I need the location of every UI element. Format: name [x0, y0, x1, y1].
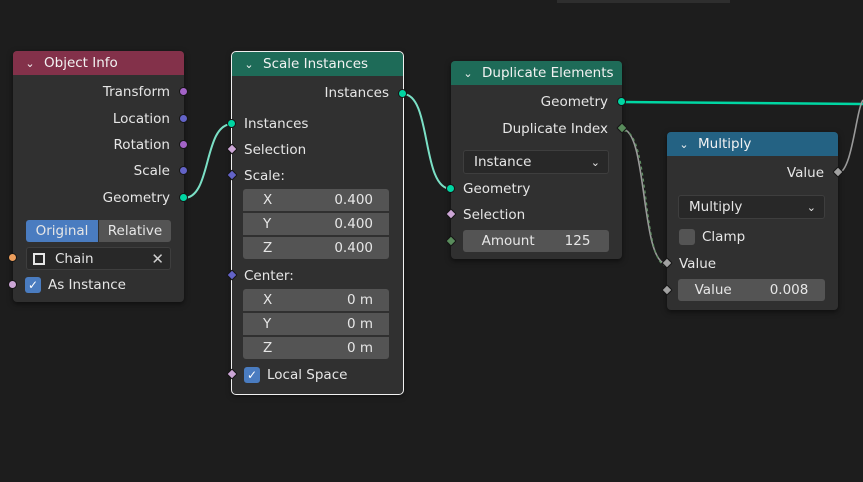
operation-dropdown[interactable]: Multiply ⌄	[678, 195, 825, 219]
domain-dropdown[interactable]: Instance ⌄	[463, 150, 609, 174]
tab-original[interactable]: Original	[26, 220, 98, 242]
amount-field[interactable]: Amount 125	[463, 230, 609, 252]
input-value: Value	[679, 256, 717, 272]
scale-instances-header[interactable]: ⌄ Scale Instances	[232, 52, 403, 76]
link-scale-instances-to-duplicate-geometry	[402, 93, 452, 190]
socket-object-input[interactable]	[8, 253, 17, 262]
object-field[interactable]: Chain ✕	[26, 247, 171, 270]
socket-as-instance-input[interactable]	[8, 280, 17, 289]
scale-instances-node[interactable]: ⌄ Scale Instances Instances Instances Se…	[231, 51, 404, 395]
object-info-header[interactable]: ⌄ Object Info	[13, 51, 184, 75]
input-selection: Selection	[244, 142, 307, 158]
local-space-row[interactable]: ✓ Local Space	[232, 364, 403, 386]
link-duplicate-geometry-to-offscreen	[621, 100, 863, 106]
socket-duplicate-geometry-output[interactable]	[617, 97, 626, 106]
output-location: Location	[112, 111, 170, 127]
scale-x-field[interactable]: X 0.400	[243, 189, 389, 211]
socket-transform-output[interactable]	[179, 87, 188, 96]
node-title: Scale Instances	[263, 56, 369, 72]
chevron-down-icon: ⌄	[590, 155, 600, 169]
center-y-field[interactable]: Y0 m	[243, 313, 389, 335]
output-transform: Transform	[102, 84, 170, 100]
link-objectinfo-geometry-to-scale-instances	[183, 123, 233, 199]
output-value: Value	[786, 165, 824, 181]
close-icon[interactable]: ✕	[151, 250, 164, 268]
node-title: Object Info	[44, 55, 118, 71]
value-field[interactable]: Value 0.008	[678, 279, 825, 301]
chevron-down-icon: ⌄	[806, 200, 816, 214]
chevron-down-icon[interactable]: ⌄	[677, 138, 691, 151]
socket-geometry-output[interactable]	[179, 193, 188, 202]
output-geometry: Geometry	[102, 190, 170, 206]
socket-scale-output[interactable]	[179, 166, 188, 175]
object-info-node[interactable]: ⌄ Object Info Transform Location Rotatio…	[13, 51, 184, 302]
transform-space-toggle: Original Relative	[26, 220, 171, 242]
as-instance-checkbox[interactable]: ✓	[25, 277, 41, 293]
output-rotation: Rotation	[113, 137, 170, 153]
duplicate-elements-node[interactable]: ⌄ Duplicate Elements Geometry Duplicate …	[451, 61, 622, 259]
link-multiply-dashed	[623, 130, 668, 267]
center-x-field[interactable]: X0 m	[243, 289, 389, 311]
link-multiply-output-to-offscreen	[837, 99, 863, 174]
multiply-node[interactable]: ⌄ Multiply Value Multiply ⌄ Clamp Value …	[667, 132, 838, 310]
output-geometry: Geometry	[540, 94, 608, 110]
socket-location-output[interactable]	[179, 114, 188, 123]
as-instance-row[interactable]: ✓ As Instance	[13, 274, 184, 296]
node-title: Multiply	[698, 136, 752, 152]
scale-z-field[interactable]: Z 0.400	[243, 237, 389, 259]
chevron-down-icon[interactable]: ⌄	[23, 57, 37, 70]
tab-relative[interactable]: Relative	[99, 220, 171, 242]
object-icon	[33, 252, 45, 265]
node-title: Duplicate Elements	[482, 65, 614, 81]
link-duplicate-index-to-multiply-value	[621, 128, 668, 265]
output-instances: Instances	[324, 85, 389, 101]
input-geometry: Geometry	[463, 181, 531, 197]
socket-duplicate-geometry-input[interactable]	[446, 184, 455, 193]
output-scale: Scale	[133, 163, 170, 179]
socket-scale-instances-output[interactable]	[398, 89, 407, 98]
clamp-checkbox[interactable]	[679, 229, 695, 245]
input-center-label: Center:	[244, 268, 294, 284]
scale-y-field[interactable]: Y 0.400	[243, 213, 389, 235]
chevron-down-icon[interactable]: ⌄	[461, 67, 475, 80]
socket-rotation-output[interactable]	[179, 140, 188, 149]
output-duplicate-index: Duplicate Index	[502, 121, 608, 137]
input-scale-label: Scale:	[244, 168, 285, 184]
socket-instances-input[interactable]	[227, 119, 236, 128]
input-instances: Instances	[244, 116, 309, 132]
local-space-checkbox[interactable]: ✓	[244, 367, 260, 383]
center-z-field[interactable]: Z0 m	[243, 337, 389, 359]
input-selection: Selection	[463, 207, 526, 223]
duplicate-elements-header[interactable]: ⌄ Duplicate Elements	[451, 61, 622, 85]
chevron-down-icon[interactable]: ⌄	[242, 58, 256, 71]
clamp-row[interactable]: Clamp	[667, 226, 838, 248]
object-name: Chain	[55, 250, 94, 267]
multiply-header[interactable]: ⌄ Multiply	[667, 132, 838, 156]
